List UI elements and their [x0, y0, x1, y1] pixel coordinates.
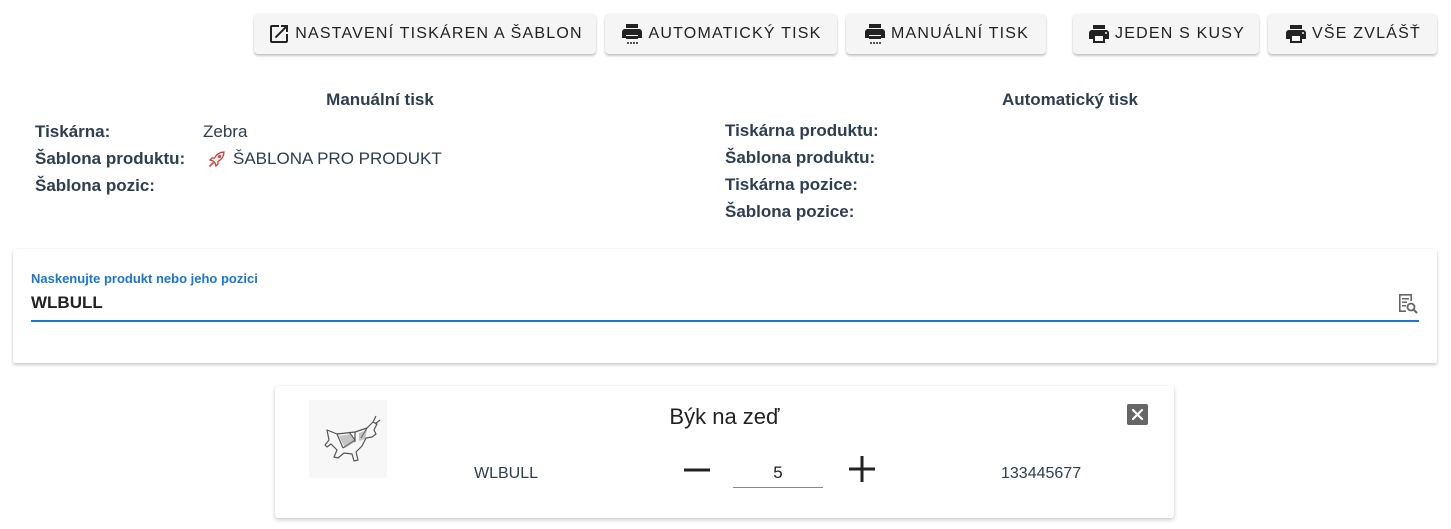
- product-printer-label: Tiskárna produktu:: [725, 121, 879, 140]
- manual-print-button[interactable]: MANUÁLNÍ TISK: [846, 14, 1046, 54]
- product-ean: 133445677: [1001, 465, 1082, 482]
- scan-field-label: Naskenujte produkt nebo jeho pozici: [31, 271, 258, 286]
- quantity-input[interactable]: [733, 459, 823, 488]
- settings-button-label: NASTAVENÍ TISKÁREN A ŠABLON: [295, 25, 583, 42]
- printer-dots-icon: [622, 24, 643, 44]
- minus-icon[interactable]: [682, 458, 712, 482]
- printer-icon: [1286, 25, 1307, 43]
- automatic-print-button[interactable]: AUTOMATICKÝ TISK: [605, 14, 837, 54]
- auto-position-template-label: Šablona pozice:: [725, 202, 855, 221]
- scan-input[interactable]: [31, 289, 1411, 317]
- auto-product-template-label: Šablona produktu:: [725, 148, 876, 167]
- automatic-print-title: Automatický tisk: [1001, 90, 1139, 109]
- manual-print-label: MANUÁLNÍ TISK: [891, 25, 1029, 42]
- printer-dots-icon: [865, 24, 885, 44]
- one-with-pieces-button[interactable]: JEDEN S KUSY: [1073, 14, 1259, 54]
- automatic-print-label: AUTOMATICKÝ TISK: [648, 25, 822, 42]
- all-separately-button[interactable]: VŠE ZVLÁŠŤ: [1268, 14, 1437, 54]
- position-template-label: Šablona pozic:: [35, 176, 155, 195]
- product-name: Býk na zeď: [669, 404, 780, 429]
- close-icon: [1131, 408, 1144, 421]
- close-button[interactable]: [1127, 404, 1148, 425]
- scan-input-underline: [31, 320, 1419, 322]
- printer-template-settings-button[interactable]: NASTAVENÍ TISKÁREN A ŠABLON: [254, 14, 596, 54]
- product-template-label: Šablona produktu:: [35, 149, 186, 168]
- all-separately-label: VŠE ZVLÁŠŤ: [1312, 25, 1421, 42]
- rocket-icon: [208, 151, 225, 168]
- position-printer-label: Tiskárna pozice:: [725, 175, 858, 194]
- product-code: WLBULL: [474, 465, 539, 482]
- open-in-new-icon: [270, 25, 289, 43]
- plus-icon[interactable]: [847, 454, 877, 484]
- printer-value: Zebra: [203, 122, 248, 141]
- product-card: Býk na zeď WLBULL 133445677: [275, 386, 1174, 518]
- one-with-pieces-label: JEDEN S KUSY: [1115, 25, 1245, 42]
- search-list-icon[interactable]: [1395, 291, 1419, 315]
- printer-label: Tiskárna:: [35, 122, 111, 141]
- manual-print-title: Manuální tisk: [326, 90, 434, 109]
- product-template-name: ŠABLONA PRO PRODUKT: [233, 149, 442, 168]
- scan-card: Naskenujte produkt nebo jeho pozici: [13, 249, 1437, 363]
- product-template-value: ŠABLONA PRO PRODUKT: [207, 149, 442, 169]
- printer-icon: [1089, 25, 1109, 43]
